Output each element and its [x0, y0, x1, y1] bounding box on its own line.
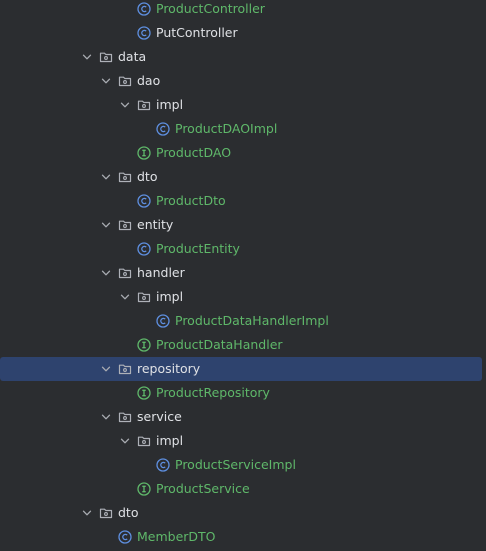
- chevron-down-icon[interactable]: [119, 291, 131, 303]
- chevron-down-icon[interactable]: [100, 411, 112, 423]
- tree-item-label: ProductServiceImpl: [175, 457, 296, 472]
- tree-row[interactable]: ProductEntity: [0, 237, 482, 261]
- package-folder-icon: [118, 74, 132, 88]
- class-icon: [156, 458, 170, 472]
- tree-row[interactable]: dao: [0, 69, 482, 93]
- tree-item-label: ProductDto: [156, 193, 226, 208]
- tree-item-label: repository: [137, 361, 201, 376]
- chevron-down-icon[interactable]: [119, 99, 131, 111]
- tree-row[interactable]: impl: [0, 429, 482, 453]
- chevron-down-icon[interactable]: [81, 51, 93, 63]
- tree-row[interactable]: MemberDTO: [0, 525, 482, 549]
- tree-item-label: ProductDAO: [156, 145, 232, 160]
- tree-item-label: impl: [156, 97, 184, 112]
- tree-item-label: MemberDTO: [137, 529, 216, 544]
- tree-row[interactable]: ProductDto: [0, 189, 482, 213]
- interface-icon: [137, 482, 151, 496]
- chevron-down-icon[interactable]: [100, 363, 112, 375]
- class-icon: [137, 194, 151, 208]
- tree-row[interactable]: dto: [0, 165, 482, 189]
- tree-row[interactable]: ProductServiceImpl: [0, 453, 482, 477]
- package-folder-icon: [99, 506, 113, 520]
- interface-icon: [137, 338, 151, 352]
- tree-row[interactable]: ProductDataHandler: [0, 333, 482, 357]
- tree-row[interactable]: dto: [0, 501, 482, 525]
- tree-row[interactable]: handler: [0, 261, 482, 285]
- tree-item-label: dto: [118, 505, 139, 520]
- tree-item-label: data: [118, 49, 147, 64]
- chevron-down-icon[interactable]: [100, 267, 112, 279]
- tree-row[interactable]: entity: [0, 213, 482, 237]
- tree-item-label: dto: [137, 169, 158, 184]
- chevron-down-icon[interactable]: [100, 171, 112, 183]
- tree-row[interactable]: ProductDAOImpl: [0, 117, 482, 141]
- tree-item-label: handler: [137, 265, 185, 280]
- class-icon: [137, 26, 151, 40]
- tree-item-label: ProductDAOImpl: [175, 121, 278, 136]
- class-icon: [156, 314, 170, 328]
- tree-row[interactable]: ProductService: [0, 477, 482, 501]
- package-folder-icon: [137, 98, 151, 112]
- package-folder-icon: [118, 170, 132, 184]
- package-folder-icon: [137, 290, 151, 304]
- tree-row[interactable]: ProductRepository: [0, 381, 482, 405]
- tree-item-label: entity: [137, 217, 174, 232]
- tree-row[interactable]: impl: [0, 93, 482, 117]
- tree-item-label: impl: [156, 433, 184, 448]
- chevron-down-icon[interactable]: [100, 219, 112, 231]
- package-folder-icon: [118, 218, 132, 232]
- tree-item-label: ProductController: [156, 1, 265, 16]
- tree-item-label: service: [137, 409, 182, 424]
- tree-row[interactable]: impl: [0, 285, 482, 309]
- chevron-down-icon[interactable]: [100, 75, 112, 87]
- tree-item-label: ProductDataHandler: [156, 337, 283, 352]
- tree-row[interactable]: ProductDAO: [0, 141, 482, 165]
- tree-item-label: ProductService: [156, 481, 250, 496]
- tree-row[interactable]: data: [0, 45, 482, 69]
- tree-row[interactable]: PutController: [0, 21, 482, 45]
- tree-item-label: ProductRepository: [156, 385, 270, 400]
- chevron-down-icon[interactable]: [81, 507, 93, 519]
- class-icon: [118, 530, 132, 544]
- package-folder-icon: [118, 410, 132, 424]
- tree-row[interactable]: service: [0, 405, 482, 429]
- tree-item-label: PutController: [156, 25, 238, 40]
- tree-item-label: impl: [156, 289, 184, 304]
- class-icon: [137, 2, 151, 16]
- tree-row-selected[interactable]: repository: [0, 357, 482, 381]
- package-folder-icon: [118, 266, 132, 280]
- tree-item-label: ProductEntity: [156, 241, 240, 256]
- tree-item-label: ProductDataHandlerImpl: [175, 313, 329, 328]
- tree-row[interactable]: ProductDataHandlerImpl: [0, 309, 482, 333]
- tree-item-label: dao: [137, 73, 161, 88]
- package-folder-icon: [118, 362, 132, 376]
- project-tree: ProductController PutController data dao…: [0, 0, 486, 551]
- chevron-down-icon[interactable]: [119, 435, 131, 447]
- interface-icon: [137, 146, 151, 160]
- class-icon: [137, 242, 151, 256]
- tree-row[interactable]: ProductController: [0, 0, 482, 21]
- package-folder-icon: [137, 434, 151, 448]
- class-icon: [156, 122, 170, 136]
- interface-icon: [137, 386, 151, 400]
- package-folder-icon: [99, 50, 113, 64]
